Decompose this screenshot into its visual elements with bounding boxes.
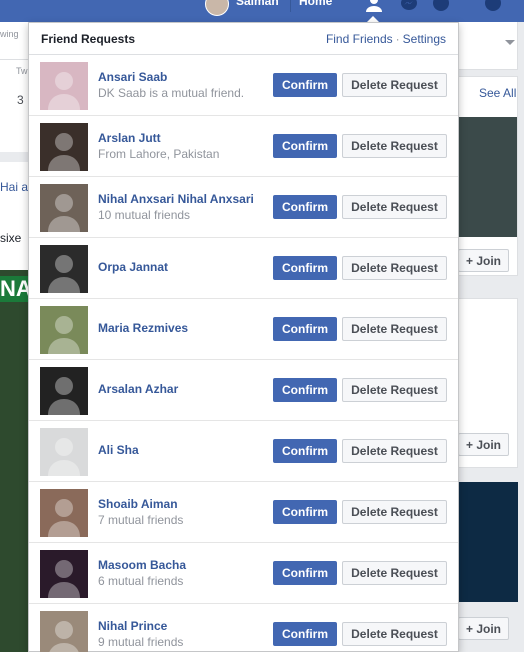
profile-avatar[interactable] — [205, 0, 229, 16]
requester-name-link[interactable]: Masoom Bacha — [98, 558, 186, 572]
requester-avatar[interactable] — [40, 611, 88, 652]
requester-name-link[interactable]: Ansari Saab — [98, 70, 167, 84]
dropdown-arrow-icon[interactable] — [505, 40, 515, 45]
popup-title: Friend Requests — [41, 31, 136, 46]
delete-request-button[interactable]: Delete Request — [342, 500, 447, 524]
background-post-text[interactable]: Hai a — [0, 180, 28, 194]
requester-avatar[interactable] — [40, 367, 88, 415]
requester-subtitle: DK Saab is a mutual friend. — [98, 86, 245, 100]
confirm-button[interactable]: Confirm — [273, 561, 337, 585]
friend-request-row: Nihal Anxsari Nihal Anxsari 10 mutual fri… — [29, 177, 458, 238]
requester-avatar[interactable] — [40, 489, 88, 537]
requester-subtitle: 6 mutual friends — [98, 574, 184, 588]
requester-name-link[interactable]: Orpa Jannat — [98, 260, 168, 274]
popup-header: Friend Requests Find Friends · Settings — [29, 23, 458, 55]
background-image — [0, 270, 28, 652]
background-suggestion-image — [458, 482, 518, 602]
home-link[interactable]: Home — [299, 0, 332, 8]
requester-avatar[interactable] — [40, 184, 88, 232]
friend-request-row: Nihal Prince 9 mutual friends Confirm Delet… — [29, 604, 458, 652]
requester-name-link[interactable]: Ali Sha — [98, 443, 139, 457]
join-group-button[interactable]: + Join — [458, 249, 509, 272]
requester-subtitle: 10 mutual friends — [98, 208, 191, 222]
friend-requests-icon[interactable] — [364, 0, 384, 14]
requester-avatar[interactable] — [40, 306, 88, 354]
join-group-button[interactable]: + Join — [458, 433, 509, 456]
background-tab-strip: wing — [0, 22, 28, 60]
friend-request-row: Masoom Bacha 6 mutual friends Confirm Delet… — [29, 543, 458, 604]
delete-request-button[interactable]: Delete Request — [342, 378, 447, 402]
delete-request-button[interactable]: Delete Request — [342, 73, 447, 97]
friend-requests-popup: Friend Requests Find Friends · Settings An… — [28, 22, 459, 652]
requester-subtitle: 9 mutual friends — [98, 635, 184, 649]
messages-icon[interactable] — [399, 0, 419, 14]
requester-avatar[interactable] — [40, 550, 88, 598]
popup-header-links: Find Friends · Settings — [326, 32, 446, 46]
delete-request-button[interactable]: Delete Request — [342, 439, 447, 463]
see-all-link[interactable]: See All — [479, 86, 516, 100]
background-suggestion-card-1 — [458, 76, 518, 276]
background-right-header — [458, 22, 518, 70]
confirm-button[interactable]: Confirm — [273, 378, 337, 402]
confirm-button[interactable]: Confirm — [273, 622, 337, 646]
link-separator: · — [395, 31, 400, 46]
confirm-button[interactable]: Confirm — [273, 256, 337, 280]
background-post-text-2: sixe — [0, 231, 22, 245]
delete-request-button[interactable]: Delete Request — [342, 561, 447, 585]
friend-request-row: Orpa Jannat Confirm Delete Request — [29, 238, 458, 299]
requester-avatar[interactable] — [40, 428, 88, 476]
confirm-button[interactable]: Confirm — [273, 439, 337, 463]
requester-avatar[interactable] — [40, 245, 88, 293]
requester-name-link[interactable]: Nihal Prince — [98, 619, 167, 633]
background-image-caption: NA — [0, 276, 28, 302]
requester-avatar[interactable] — [40, 123, 88, 171]
background-count: 3 — [17, 93, 24, 107]
suggestion-image — [459, 117, 517, 237]
requester-avatar[interactable] — [40, 62, 88, 110]
background-divider — [0, 152, 28, 162]
friend-request-list: Ansari Saab DK Saab is a mutual friend. Co… — [29, 55, 458, 652]
friend-request-row: Arsalan Azhar Confirm Delete Request — [29, 360, 458, 421]
background-tab-label: wing — [0, 29, 19, 39]
requester-name-link[interactable]: Arslan Jutt — [98, 131, 161, 145]
background-tab-count: Tw — [16, 66, 28, 76]
confirm-button[interactable]: Confirm — [273, 73, 337, 97]
settings-link[interactable]: Settings — [403, 32, 446, 46]
top-navigation-bar: Salman Home — [0, 0, 524, 22]
delete-request-button[interactable]: Delete Request — [342, 134, 447, 158]
delete-request-button[interactable]: Delete Request — [342, 256, 447, 280]
friend-request-row: Maria Rezmives Confirm Delete Request — [29, 299, 458, 360]
confirm-button[interactable]: Confirm — [273, 134, 337, 158]
help-icon[interactable] — [483, 0, 503, 14]
delete-request-button[interactable]: Delete Request — [342, 317, 447, 341]
requester-name-link[interactable]: Shoaib Aiman — [98, 497, 178, 511]
requester-subtitle: From Lahore, Pakistan — [98, 147, 220, 161]
confirm-button[interactable]: Confirm — [273, 195, 337, 219]
delete-request-button[interactable]: Delete Request — [342, 195, 447, 219]
notifications-globe-icon[interactable] — [431, 0, 451, 14]
friend-request-row: Ansari Saab DK Saab is a mutual friend. Co… — [29, 55, 458, 116]
friend-request-row: Shoaib Aiman 7 mutual friends Confirm Delet… — [29, 482, 458, 543]
nav-divider — [290, 0, 291, 12]
confirm-button[interactable]: Confirm — [273, 317, 337, 341]
join-group-button[interactable]: + Join — [458, 617, 509, 640]
find-friends-link[interactable]: Find Friends — [326, 32, 393, 46]
requester-name-link[interactable]: Maria Rezmives — [98, 321, 188, 335]
requester-subtitle: 7 mutual friends — [98, 513, 184, 527]
requester-name-link[interactable]: Nihal Anxsari Nihal Anxsari — [98, 192, 254, 206]
confirm-button[interactable]: Confirm — [273, 500, 337, 524]
friend-request-row: Ali Sha Confirm Delete Request — [29, 421, 458, 482]
requester-name-link[interactable]: Arsalan Azhar — [98, 382, 178, 396]
friend-request-row: Arslan Jutt From Lahore, Pakistan Confirm D… — [29, 116, 458, 177]
profile-name-link[interactable]: Salman — [236, 0, 279, 8]
delete-request-button[interactable]: Delete Request — [342, 622, 447, 646]
